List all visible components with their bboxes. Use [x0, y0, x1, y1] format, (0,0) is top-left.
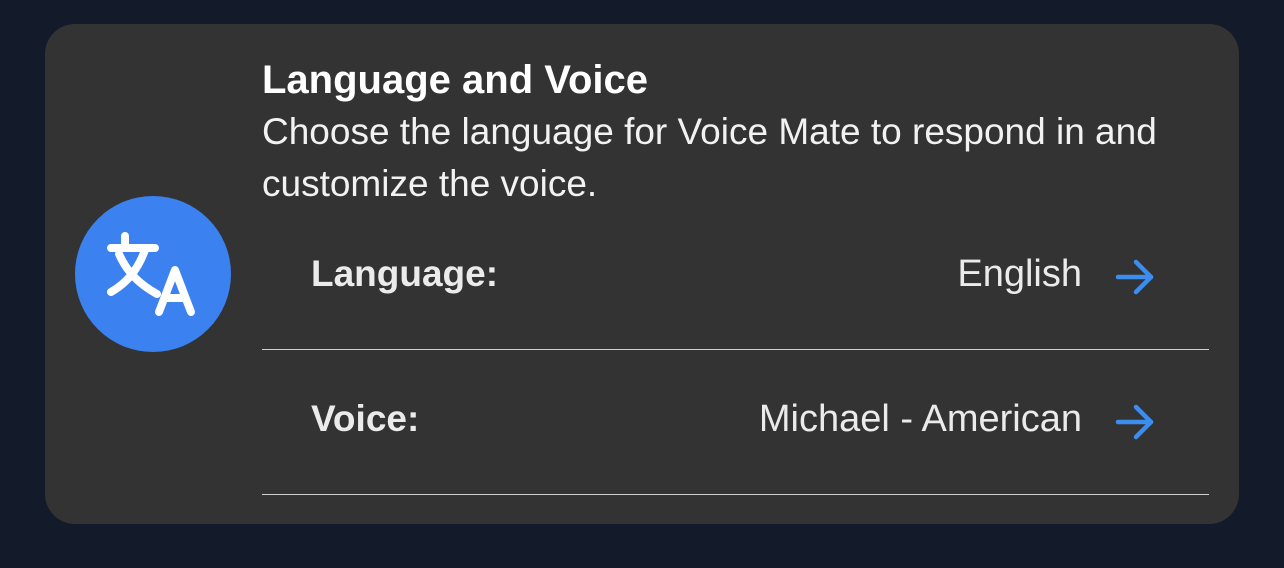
card-description: Choose the language for Voice Mate to re…	[262, 111, 1157, 204]
voice-row[interactable]: Voice: Michael - American	[262, 350, 1209, 495]
settings-list: Language: English Voice: Michael - Ameri…	[262, 205, 1209, 495]
voice-label: Voice:	[311, 398, 420, 439]
language-row[interactable]: Language: English	[262, 205, 1209, 350]
card-header: Language and Voice Choose the language f…	[262, 58, 1209, 210]
translate-icon	[75, 196, 231, 352]
language-value: English	[957, 253, 1082, 295]
voice-value: Michael - American	[758, 398, 1082, 440]
card-title: Language and Voice	[262, 58, 648, 102]
arrow-right-icon[interactable]	[1114, 257, 1156, 297]
language-label: Language:	[311, 253, 499, 294]
arrow-right-icon[interactable]	[1114, 402, 1156, 442]
language-voice-card: Language and Voice Choose the language f…	[45, 24, 1239, 524]
